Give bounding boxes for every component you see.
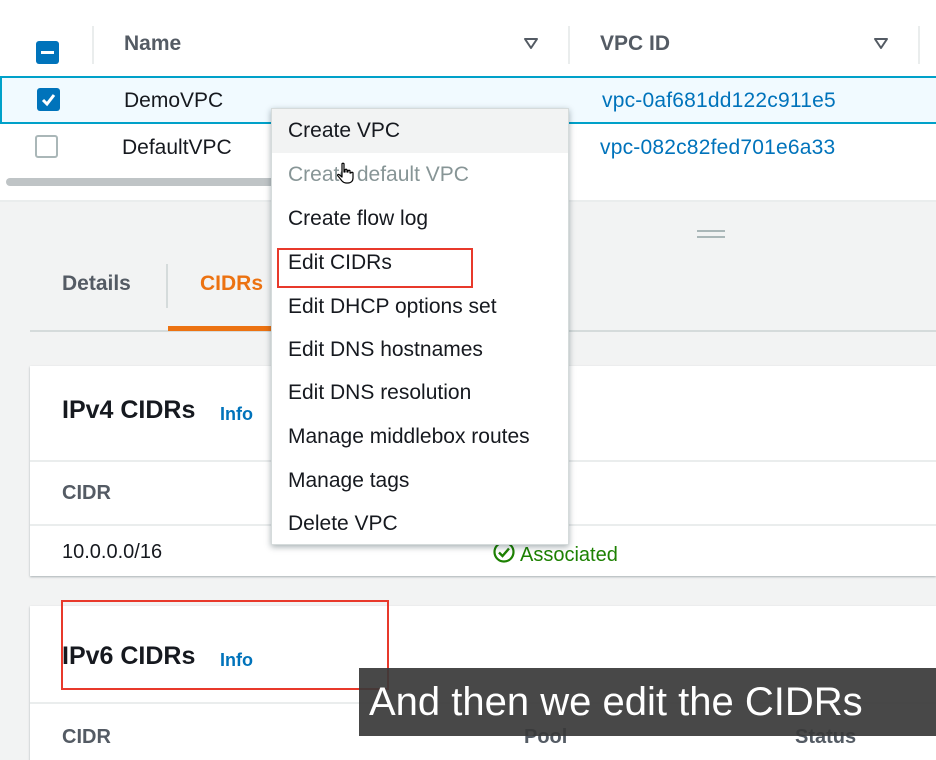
menu-item-create-default-vpc: Create default VPC [288, 163, 469, 186]
menu-item-edit-dns-resolution[interactable]: Edit DNS resolution [272, 371, 568, 415]
highlight-edit-cidrs [277, 248, 473, 288]
actions-dropdown-menu: Create VPC Create default VPC Create flo… [271, 108, 569, 545]
menu-item-edit-dns-hostnames[interactable]: Edit DNS hostnames [272, 328, 568, 372]
panel-resize-handle-icon[interactable] [697, 230, 725, 238]
ipv4-cidrs-title: IPv4 CIDRs [62, 396, 196, 424]
tab-details[interactable]: Details [62, 272, 131, 296]
sort-caret-icon[interactable] [872, 34, 890, 52]
menu-item-edit-dhcp-options-set[interactable]: Edit DHCP options set [272, 285, 568, 329]
tab-cidrs[interactable]: CIDRs [200, 272, 263, 296]
column-divider[interactable] [568, 26, 570, 64]
column-divider[interactable] [92, 26, 94, 64]
vpc-id-link[interactable]: vpc-0af681dd122c911e5 [602, 89, 836, 113]
ipv6-cidr-column-header: CIDR [62, 726, 111, 748]
sort-caret-icon[interactable] [522, 34, 540, 52]
highlight-ipv6-cidrs [61, 600, 389, 690]
video-caption: And then we edit the CIDRs [359, 668, 936, 736]
row-checkbox[interactable] [35, 135, 58, 158]
menu-item-manage-middlebox-routes[interactable]: Manage middlebox routes [272, 415, 568, 459]
column-divider[interactable] [918, 26, 920, 64]
ipv4-info-link[interactable]: Info [220, 404, 253, 425]
menu-item-delete-vpc[interactable]: Delete VPC [272, 502, 568, 546]
table-header: Name VPC ID [0, 12, 936, 74]
column-header-name[interactable]: Name [124, 32, 181, 56]
column-header-vpc-id[interactable]: VPC ID [600, 32, 670, 56]
vpc-id-link[interactable]: vpc-082c82fed701e6a33 [600, 136, 835, 160]
menu-item-create-flow-log[interactable]: Create flow log [272, 197, 568, 241]
cidr-value: 10.0.0.0/16 [62, 541, 163, 563]
row-checkbox-checked[interactable] [37, 88, 60, 111]
cidr-column-header: CIDR [62, 482, 111, 504]
tab-divider [166, 264, 168, 308]
hand-pointer-cursor-icon [336, 162, 356, 184]
status-text: Associated [520, 543, 618, 566]
menu-item-create-vpc[interactable]: Create VPC [272, 109, 568, 153]
select-all-checkbox[interactable] [36, 41, 59, 64]
menu-item-manage-tags[interactable]: Manage tags [272, 459, 568, 503]
active-tab-indicator [168, 326, 278, 331]
row-name: DemoVPC [124, 89, 224, 112]
row-name: DefaultVPC [122, 136, 232, 159]
